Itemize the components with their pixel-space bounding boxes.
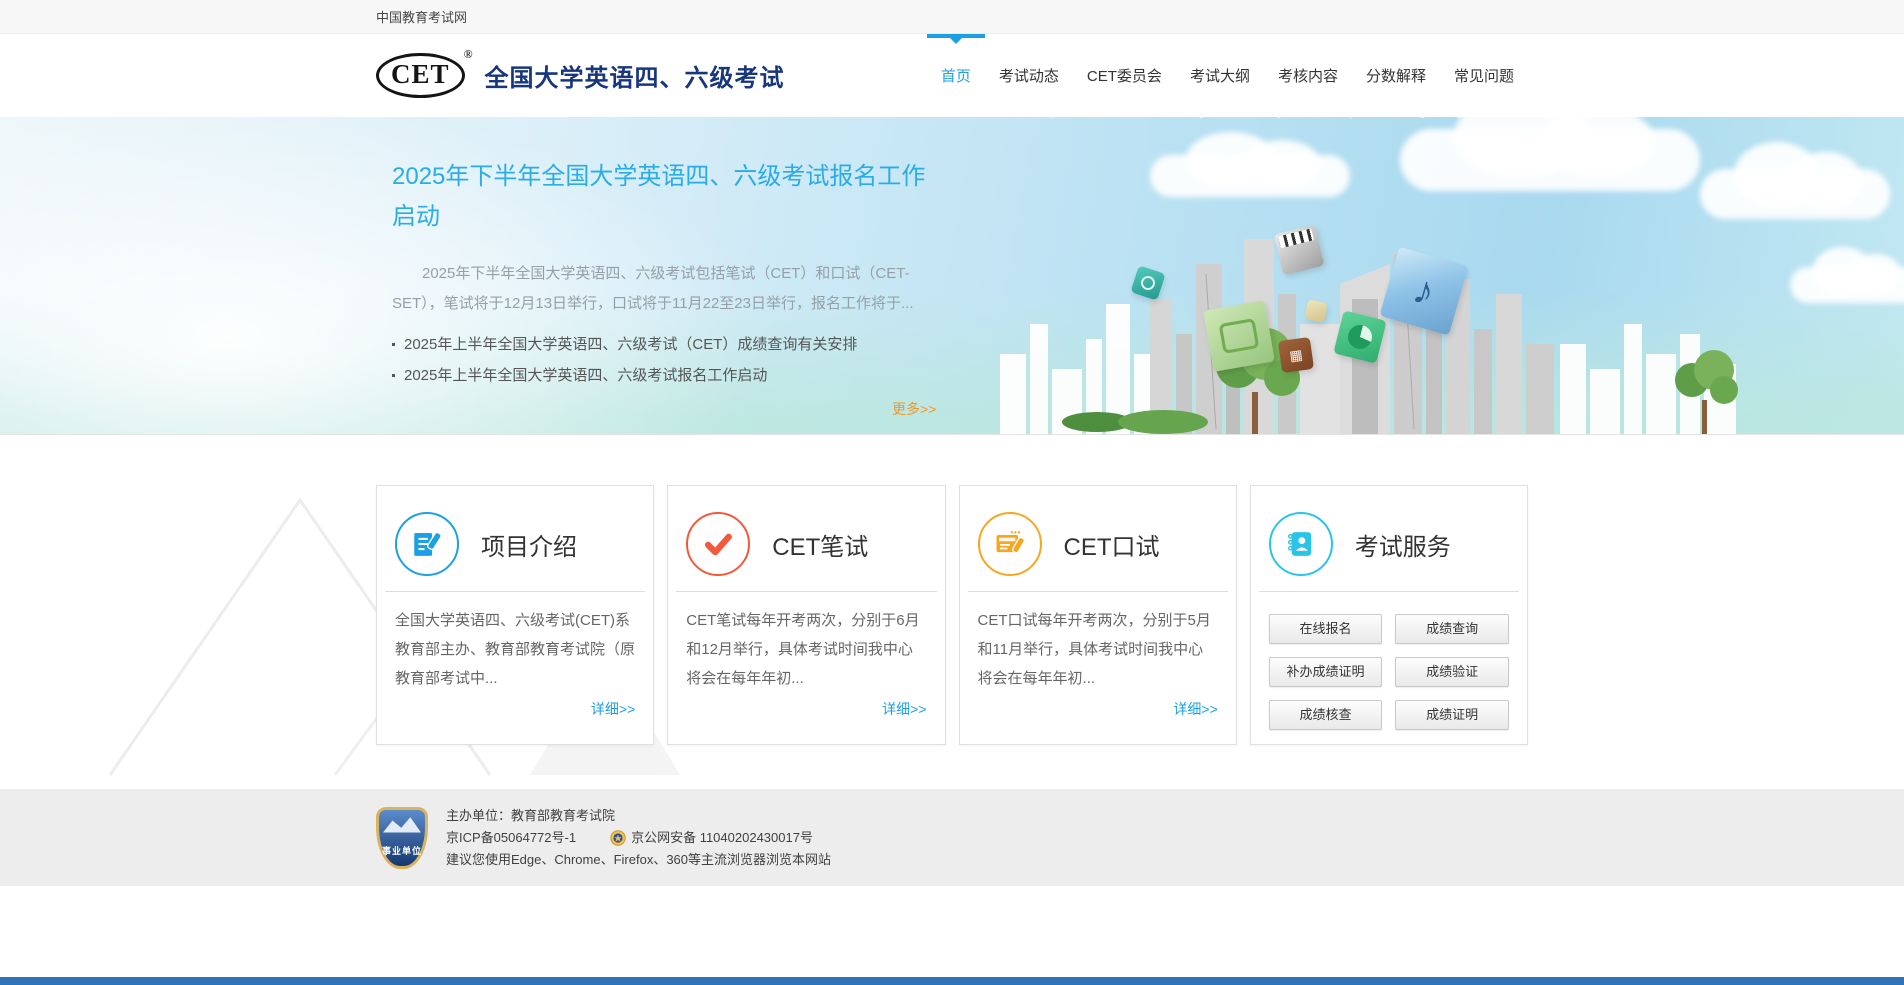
detail-link[interactable]: 详细>>: [978, 699, 1217, 719]
divider: [1258, 591, 1519, 592]
cet-logo-text: CET: [391, 59, 450, 89]
edit-document-icon: [395, 512, 459, 576]
divider: [385, 591, 646, 592]
registered-mark: ®: [463, 47, 474, 61]
topbar: 中国教育考试网: [0, 0, 1904, 34]
bottom-blue-strip: [0, 977, 1904, 985]
cloud-shape: [1150, 131, 1350, 197]
card-title: 项目介绍: [481, 533, 577, 561]
card-written-test: CET笔试 CET笔试每年开考两次，分别于6月和12月举行，具体考试时间我中心将…: [667, 485, 946, 745]
main-nav: 首页 考试动态 CET委员会 考试大纲 考核内容 分数解释 常见问题: [926, 34, 1528, 117]
service-score-verification[interactable]: 成绩验证: [1395, 657, 1509, 687]
nav-item-cet-committee[interactable]: CET委员会: [1073, 34, 1176, 117]
abacus-cube-icon: [1277, 336, 1315, 374]
cloud-shape: [1790, 247, 1904, 303]
browser-tip: 建议您使用Edge、Chrome、Firefox、360等主流浏览器浏览本网站: [446, 851, 832, 867]
banner-content: 2025年下半年全国大学英语四、六级考试报名工作启动 2025年下半年全国大学英…: [392, 157, 936, 419]
service-button-grid: 在线报名 成绩查询 补办成绩证明 成绩验证 成绩核查 成绩证明: [1268, 614, 1509, 730]
nav-item-faq[interactable]: 常见问题: [1440, 34, 1528, 117]
page-bottom-spacer: [0, 886, 1904, 977]
detail-link[interactable]: 详细>>: [686, 699, 926, 719]
card-text: CET口试每年开考两次，分别于5月和11月举行，具体考试时间我中心将会在每年年初…: [977, 612, 1211, 687]
nav-item-exam-news[interactable]: 考试动态: [985, 34, 1073, 117]
institution-badge-icon[interactable]: 事业单位: [376, 806, 428, 869]
active-tab-indicator: [926, 34, 985, 44]
nav-item-exam-syllabus[interactable]: 考试大纲: [1176, 34, 1264, 117]
service-score-check[interactable]: 成绩核查: [1268, 700, 1383, 730]
brand[interactable]: CET ® 全国大学英语四、六级考试: [376, 47, 785, 98]
hero-banner: ♪ 2025年下半年全国大学英语四、六级考试报名工作启动 2025年下半年全国大…: [0, 117, 1904, 435]
bullet-dot: [392, 374, 395, 377]
tree: [1675, 350, 1738, 434]
service-reissue-certificate[interactable]: 补办成绩证明: [1268, 657, 1383, 687]
nav-item-assessment-content[interactable]: 考核内容: [1264, 34, 1352, 117]
site-title: 全国大学英语四、六级考试: [484, 65, 785, 92]
service-online-registration[interactable]: 在线报名: [1268, 614, 1383, 644]
divider: [967, 591, 1228, 592]
service-score-certificate[interactable]: 成绩证明: [1395, 700, 1509, 730]
nav-item-score-explanation[interactable]: 分数解释: [1352, 34, 1440, 117]
nav-item-home[interactable]: 首页: [926, 34, 985, 117]
organizer-line: 主办单位：教育部教育考试院: [446, 807, 616, 823]
cloud-shape: [1400, 117, 1700, 191]
check-icon: [686, 512, 751, 576]
divider: [676, 591, 937, 592]
card-project-intro: 项目介绍 全国大学英语四、六级考试(CET)系教育部主办、教育部教育考试院（原教…: [376, 485, 655, 745]
contact-book-icon: [1268, 512, 1333, 576]
news-item[interactable]: 2025年上半年全国大学英语四、六级考试报名工作启动: [392, 360, 932, 391]
card-title: 考试服务: [1354, 533, 1451, 561]
site-name-link[interactable]: 中国教育考试网: [376, 7, 467, 26]
service-score-query[interactable]: 成绩查询: [1395, 614, 1509, 644]
bush: [1118, 410, 1208, 434]
icp-link[interactable]: 京ICP备05064772号-1: [446, 829, 576, 847]
card-text: 全国大学英语四、六级考试(CET)系教育部主办、教育部教育考试院（原教育部考试中…: [395, 612, 636, 687]
card-text: CET笔试每年开考两次，分别于6月和12月举行，具体考试时间我中心将会在每年年初…: [686, 612, 920, 687]
cards-section: 项目介绍 全国大学英语四、六级考试(CET)系教育部主办、教育部教育考试院（原教…: [0, 435, 1904, 789]
police-badge-icon: [610, 829, 626, 846]
card-title: CET口试: [1063, 533, 1160, 561]
small-cube-icon: [1304, 299, 1328, 323]
footer: 事业单位 主办单位：教育部教育考试院 京ICP备05064772号-1 京公网安…: [0, 789, 1904, 886]
speech-cube-icon: [1203, 300, 1275, 372]
oral-test-icon: [977, 512, 1042, 576]
badge-label: 事业单位: [381, 845, 422, 856]
police-link[interactable]: 京公网安备 11040202430017号: [610, 829, 813, 847]
card-oral-test: CET口试 CET口试每年开考两次，分别于5月和11月举行，具体考试时间我中心将…: [958, 485, 1237, 745]
card-exam-services: 考试服务 在线报名 成绩查询 补办成绩证明 成绩验证 成绩核查 成绩证明: [1249, 485, 1528, 745]
more-link[interactable]: 更多>>: [892, 399, 936, 419]
cet-logo: CET ®: [376, 47, 473, 98]
header: CET ® 全国大学英语四、六级考试 首页 考试动态 CET委员会 考试大纲 考…: [0, 34, 1904, 117]
banner-headline[interactable]: 2025年下半年全国大学英语四、六级考试报名工作启动: [392, 157, 932, 237]
bullet-dot: [392, 343, 395, 346]
detail-link[interactable]: 详细>>: [395, 699, 635, 719]
card-title: CET笔试: [772, 533, 869, 561]
banner-news-list: 2025年上半年全国大学英语四、六级考试（CET）成绩查询有关安排 2025年上…: [392, 329, 932, 391]
banner-summary: 2025年下半年全国大学英语四、六级考试包括笔试（CET）和口试（CET-SET…: [392, 265, 914, 312]
news-item[interactable]: 2025年上半年全国大学英语四、六级考试（CET）成绩查询有关安排: [392, 329, 932, 360]
